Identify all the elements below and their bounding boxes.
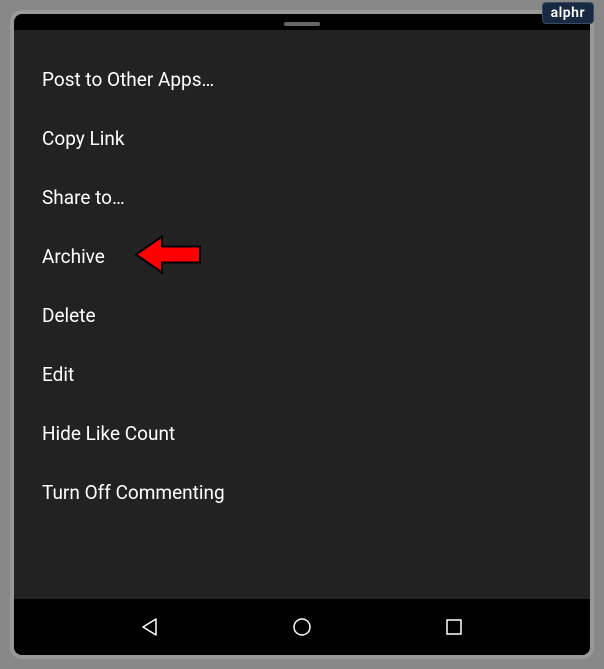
recent-apps-button[interactable] <box>442 615 466 639</box>
highlight-arrow-icon <box>134 232 204 281</box>
triangle-back-icon <box>139 616 161 638</box>
menu-item-label: Share to… <box>42 186 125 209</box>
home-button[interactable] <box>290 615 314 639</box>
menu-item-copy-link[interactable]: Copy Link <box>14 109 590 168</box>
menu-item-turn-off-commenting[interactable]: Turn Off Commenting <box>14 463 590 522</box>
menu-item-edit[interactable]: Edit <box>14 345 590 404</box>
bottom-sheet-menu: Post to Other Apps… Copy Link Share to… … <box>14 30 590 599</box>
menu-item-label: Copy Link <box>42 127 124 150</box>
back-button[interactable] <box>138 615 162 639</box>
menu-item-label: Turn Off Commenting <box>42 481 225 504</box>
menu-item-label: Hide Like Count <box>42 422 175 445</box>
menu-item-label: Archive <box>42 245 105 268</box>
menu-item-share-to[interactable]: Share to… <box>14 168 590 227</box>
menu-item-hide-like-count[interactable]: Hide Like Count <box>14 404 590 463</box>
circle-home-icon <box>291 616 313 638</box>
device-frame: Post to Other Apps… Copy Link Share to… … <box>10 10 594 659</box>
menu-item-label: Delete <box>42 304 96 327</box>
drag-handle-icon[interactable] <box>284 22 320 26</box>
menu-item-label: Post to Other Apps… <box>42 68 214 91</box>
watermark-badge: alphr <box>542 2 594 24</box>
menu-item-archive[interactable]: Archive <box>14 227 590 286</box>
android-nav-bar <box>14 599 590 655</box>
square-recents-icon <box>444 617 464 637</box>
menu-item-label: Edit <box>42 363 74 386</box>
menu-item-delete[interactable]: Delete <box>14 286 590 345</box>
menu-item-post-to-other-apps[interactable]: Post to Other Apps… <box>14 50 590 109</box>
